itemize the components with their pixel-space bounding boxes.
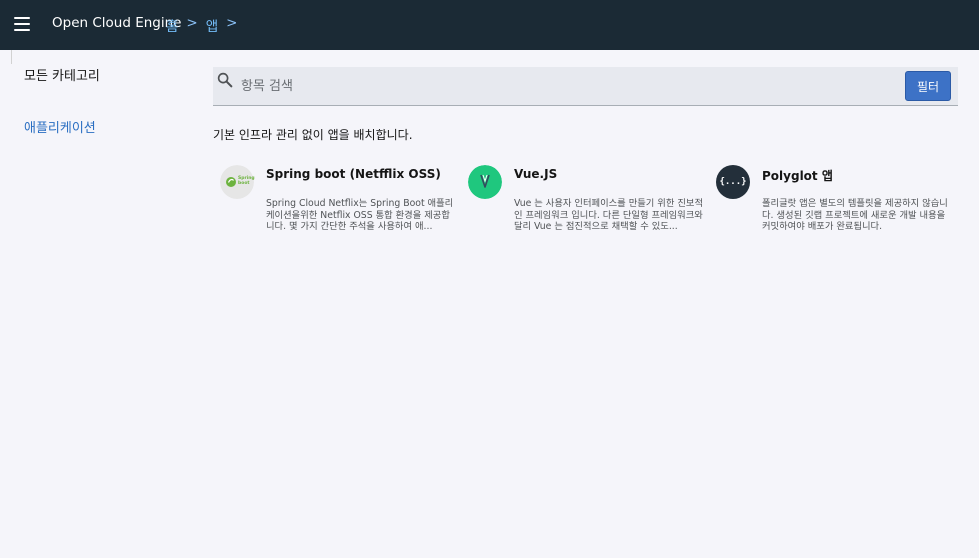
search-icon (217, 72, 233, 88)
page-description: 기본 인프라 관리 없이 앱을 배치합니다. (213, 128, 413, 142)
breadcrumb: 홈 > 앱 > (166, 15, 237, 35)
app-title: Open Cloud Engine (52, 15, 182, 31)
sidebar-heading: 모든 카테고리 (24, 69, 100, 84)
breadcrumb-home[interactable]: 홈 (166, 15, 178, 35)
card-title: Vue.JS (514, 167, 558, 181)
card-title: Spring boot (Netfflix OSS) (266, 167, 441, 181)
sidebar-divider (11, 50, 12, 64)
breadcrumb-separator: > (226, 15, 238, 31)
app-card-spring-boot[interactable]: Spring boot Spring boot (Netfflix OSS) S… (213, 163, 458, 243)
vue-icon (468, 165, 502, 199)
sidebar-item-applications[interactable]: 애플리케이션 (24, 117, 96, 136)
app-card-polyglot[interactable]: {...} Polyglot 앱 폴리글랏 앱은 별도의 템플릿을 제공하지 않… (709, 163, 954, 243)
menu-icon[interactable] (14, 17, 30, 31)
spring-boot-icon-text: Spring boot (238, 176, 255, 186)
app-card-vue[interactable]: Vue.JS Vue 는 사용자 인터페이스를 만들기 위한 진보적인 프레임워… (461, 163, 706, 243)
filter-button[interactable]: 필터 (905, 71, 951, 101)
breadcrumb-apps[interactable]: 앱 (206, 15, 218, 35)
card-description: Vue 는 사용자 인터페이스를 만들기 위한 진보적인 프레임워크 입니다. … (514, 198, 704, 232)
polyglot-icon: {...} (716, 165, 750, 199)
search-bar: 필터 (213, 67, 958, 106)
card-title: Polyglot 앱 (762, 169, 833, 183)
breadcrumb-separator: > (186, 15, 198, 31)
top-header: Open Cloud Engine 홈 > 앱 > (0, 0, 979, 50)
card-description: 폴리글랏 앱은 별도의 템플릿을 제공하지 않습니다. 생성된 깃랩 프로젝트에… (762, 198, 948, 232)
search-input[interactable] (241, 75, 861, 97)
polyglot-icon-text: {...} (719, 177, 747, 187)
card-description: Spring Cloud Netflix는 Spring Boot 애플리케이션… (266, 198, 454, 232)
